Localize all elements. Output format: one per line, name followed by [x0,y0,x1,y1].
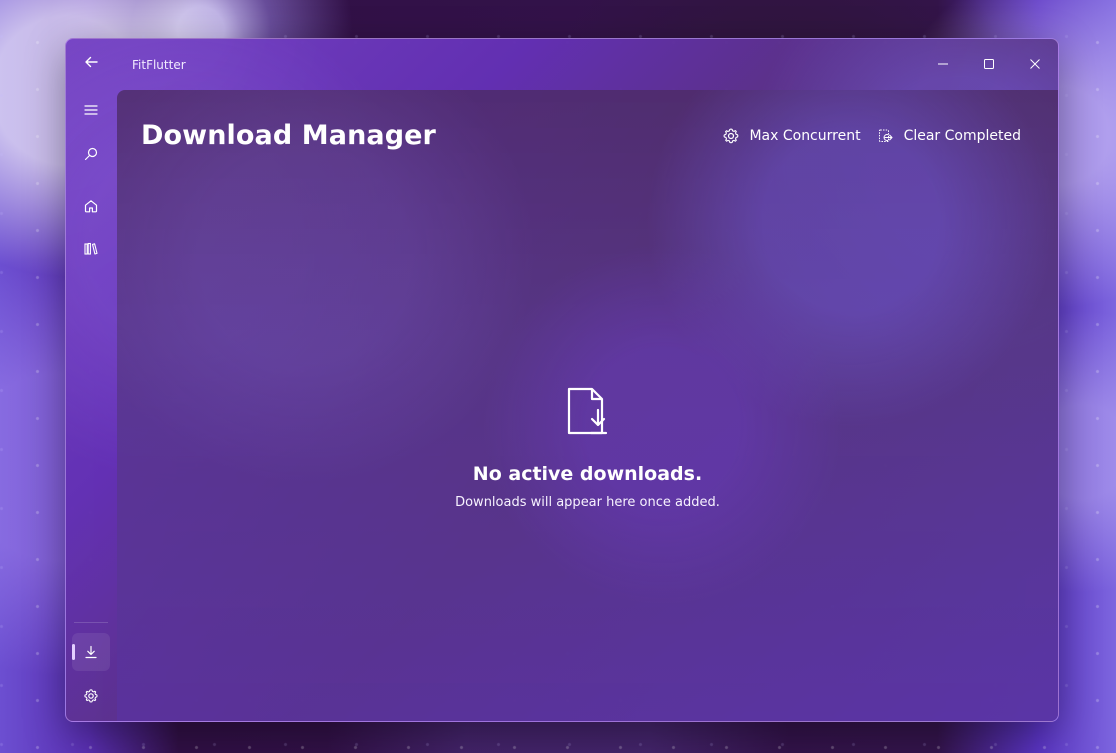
empty-downloads-state: No active downloads. Downloads will appe… [117,386,1058,512]
page-title: Download Manager [141,120,436,151]
clear-completed-label: Clear Completed [903,128,1021,144]
minimize-button[interactable] [920,39,966,89]
search-button[interactable] [72,135,110,173]
arrow-left-icon [85,56,98,68]
app-title: FitFlutter [132,58,186,72]
search-icon [84,147,98,161]
settings-button[interactable] [72,677,110,715]
max-concurrent-label: Max Concurrent [749,128,861,144]
minimize-icon [938,63,948,65]
window-controls [920,39,1058,89]
max-concurrent-button[interactable]: Max Concurrent [722,124,861,148]
empty-state-subtitle: Downloads will appear here once added. [455,495,720,510]
maximize-button[interactable] [966,39,1012,89]
maximize-icon [984,59,994,69]
home-button[interactable] [72,187,110,225]
gear-icon [723,128,739,144]
title-bar: FitFlutter [66,39,1058,89]
download-toolbar: Max Concurrent Clear Completed [722,124,1021,148]
library-icon [84,242,98,255]
navigation-sidebar [66,89,117,721]
downloads-button[interactable] [72,633,110,671]
close-icon [1030,59,1040,69]
back-button[interactable] [74,47,108,77]
file-download-icon [567,387,607,435]
gear-icon [84,689,98,703]
download-icon [85,645,97,659]
app-window: FitFlutter Download Manager Max Concurre… [65,38,1059,722]
main-content: Download Manager Max Concurrent Clear Co… [117,90,1058,721]
sidebar-divider [74,622,108,623]
clear-completed-button[interactable]: Clear Completed [877,124,1021,148]
home-icon [84,200,98,213]
menu-button[interactable] [72,91,110,129]
clear-completed-icon [878,129,893,142]
library-button[interactable] [72,230,110,268]
empty-state-title: No active downloads. [472,463,703,485]
menu-icon [84,105,98,115]
close-button[interactable] [1012,39,1058,89]
